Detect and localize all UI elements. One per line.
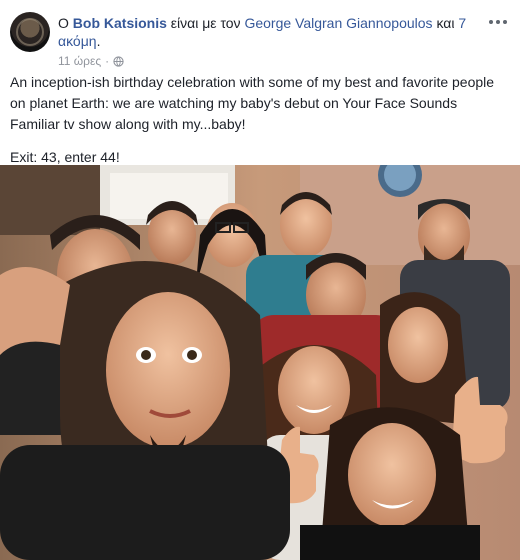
more-options-icon[interactable] (486, 14, 510, 30)
post-photo[interactable] (0, 165, 520, 560)
post-header: Ο Bob Katsionis είναι με τον George Valg… (10, 12, 510, 68)
with-text: είναι με τον (170, 15, 241, 31)
headline-period: . (96, 33, 101, 49)
post-meta: 11 ώρες · (58, 54, 124, 68)
facebook-post: Ο Bob Katsionis είναι με τον George Valg… (0, 0, 520, 560)
timestamp-link[interactable]: 11 ώρες (58, 54, 101, 68)
group-selfie-image (0, 165, 520, 560)
post-paragraph-1: An inception-ish birthday celebration wi… (10, 74, 495, 132)
post-text: An inception-ish birthday celebration wi… (10, 72, 510, 168)
globe-icon[interactable] (113, 55, 124, 67)
author-name-link[interactable]: Bob Katsionis (73, 15, 167, 31)
and-text: και (436, 15, 455, 31)
author-avatar[interactable] (10, 12, 50, 52)
headline-prefix: Ο (58, 15, 69, 31)
meta-separator: · (105, 54, 110, 68)
post-headline: Ο Bob Katsionis είναι με τον George Valg… (58, 14, 478, 50)
tagged-person-link[interactable]: George Valgran Giannopoulos (244, 15, 432, 31)
